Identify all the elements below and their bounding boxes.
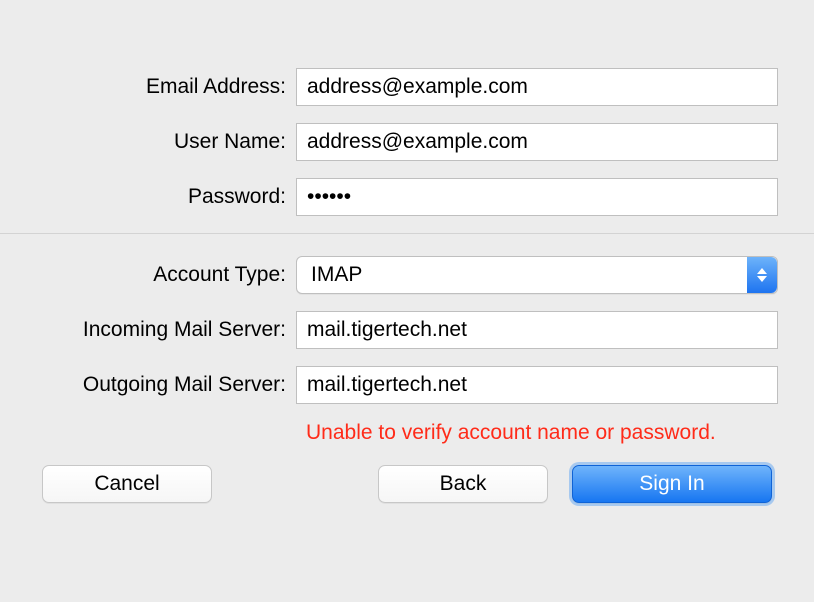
row-username: User Name: (36, 123, 778, 161)
label-incoming: Incoming Mail Server: (36, 318, 296, 342)
button-row: Cancel Back Sign In (36, 465, 778, 503)
account-type-value: IMAP (311, 263, 362, 287)
sign-in-button[interactable]: Sign In (572, 465, 772, 503)
row-email: Email Address: (36, 68, 778, 106)
label-username: User Name: (36, 130, 296, 154)
cancel-button[interactable]: Cancel (42, 465, 212, 503)
label-outgoing: Outgoing Mail Server: (36, 373, 296, 397)
label-email: Email Address: (36, 75, 296, 99)
row-password: Password: (36, 178, 778, 216)
back-button[interactable]: Back (378, 465, 548, 503)
error-message: Unable to verify account name or passwor… (306, 421, 778, 445)
row-incoming: Incoming Mail Server: (36, 311, 778, 349)
label-password: Password: (36, 185, 296, 209)
row-account-type: Account Type: IMAP (36, 256, 778, 294)
updown-arrows-icon (747, 257, 777, 293)
username-field[interactable] (296, 123, 778, 161)
password-field[interactable] (296, 178, 778, 216)
email-field[interactable] (296, 68, 778, 106)
incoming-server-field[interactable] (296, 311, 778, 349)
label-account-type: Account Type: (36, 263, 296, 287)
account-type-select[interactable]: IMAP (296, 256, 778, 294)
row-outgoing: Outgoing Mail Server: (36, 366, 778, 404)
section-divider (0, 233, 814, 234)
outgoing-server-field[interactable] (296, 366, 778, 404)
account-setup-form: Email Address: User Name: Password: Acco… (0, 68, 814, 503)
